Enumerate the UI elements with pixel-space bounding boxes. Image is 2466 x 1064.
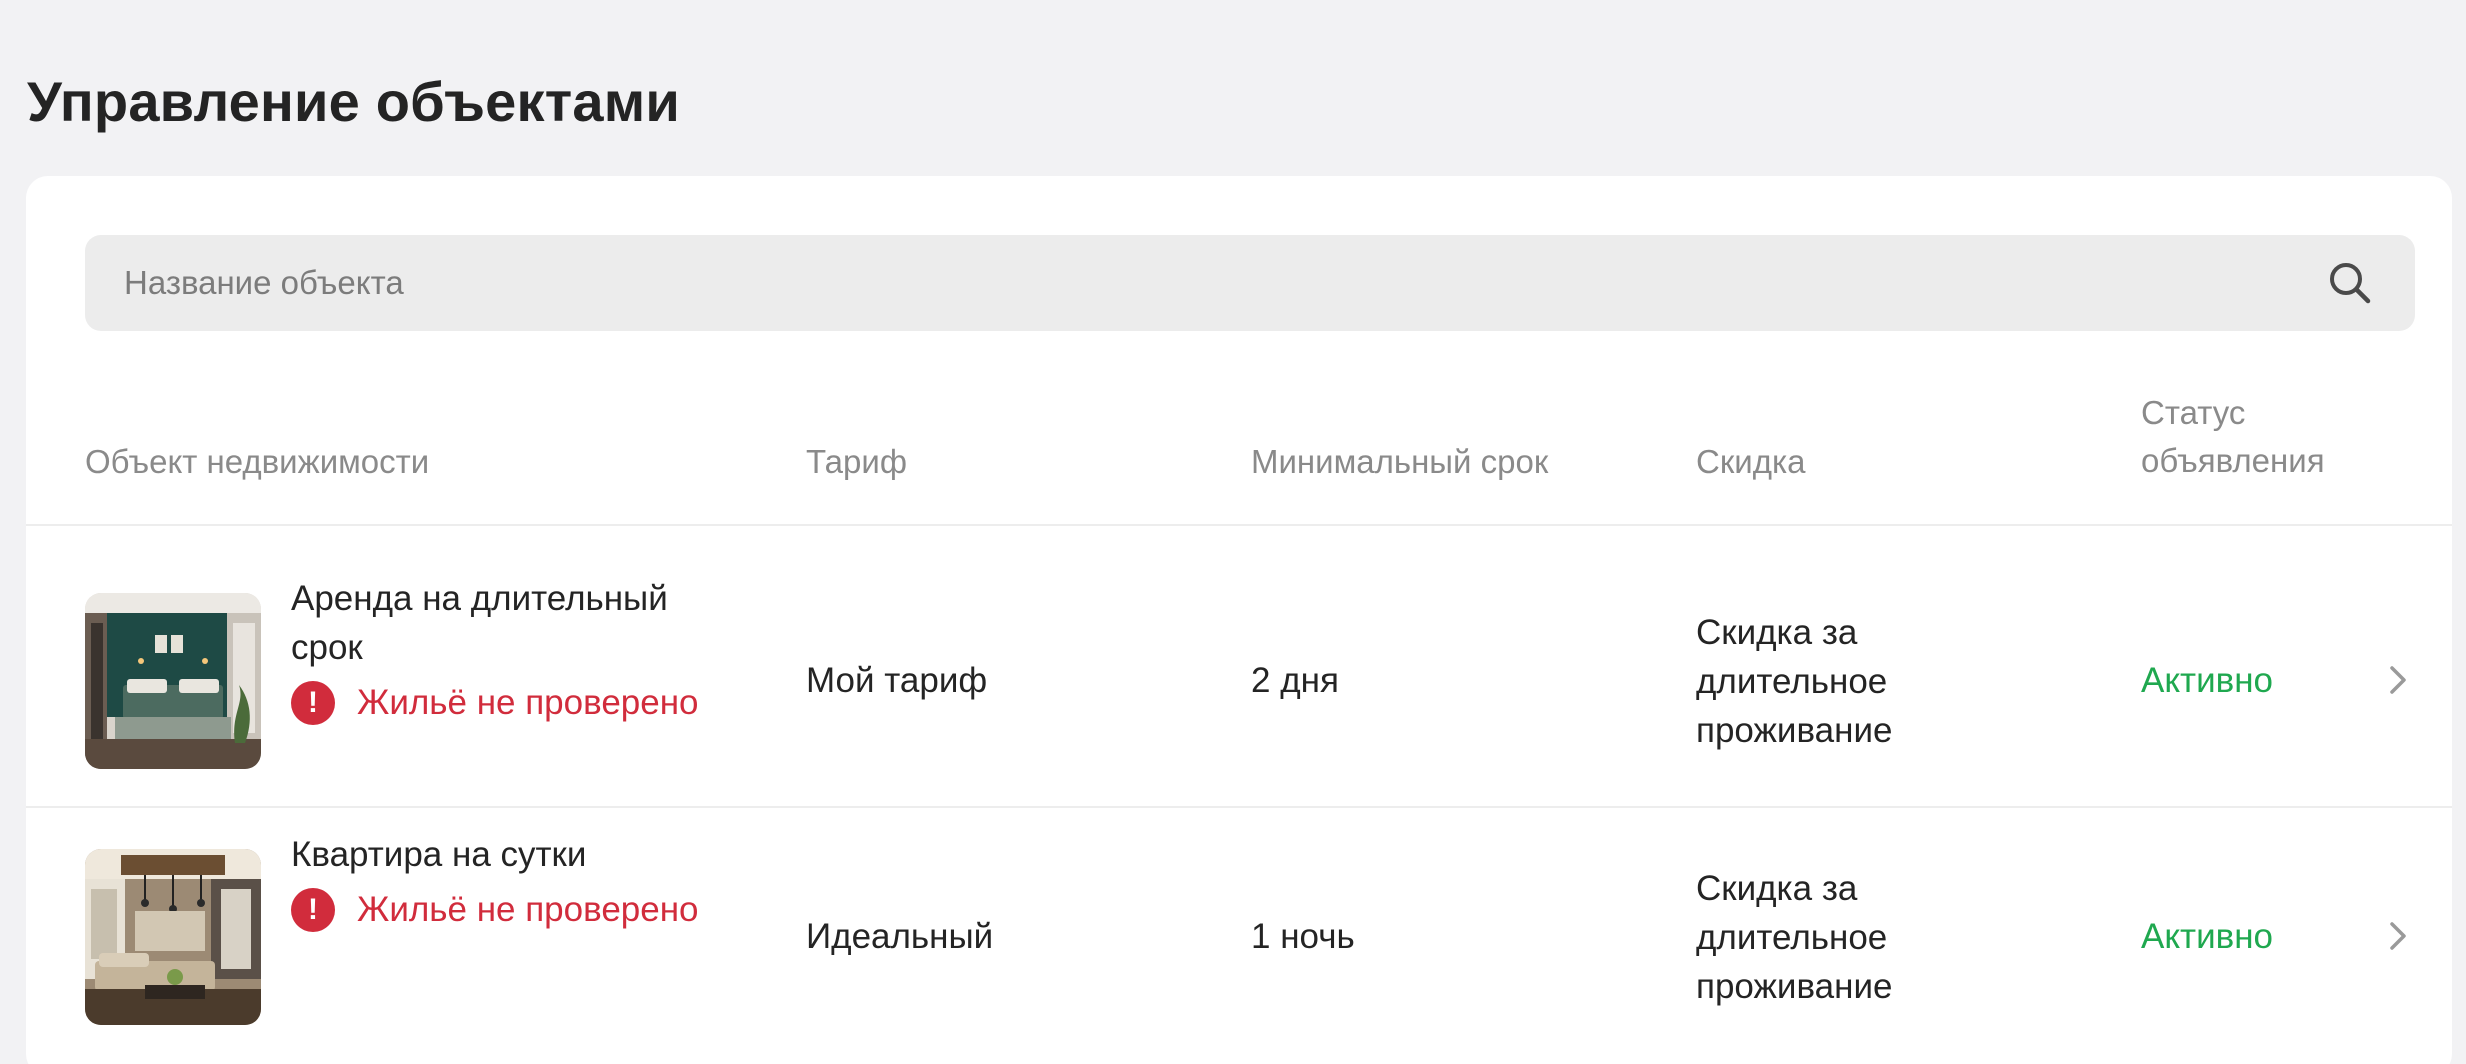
header-status: Статус объявления (2141, 389, 2325, 485)
object-title-line2[interactable]: срок (291, 623, 761, 672)
object-title-line1[interactable]: Аренда на длительный (291, 574, 761, 623)
search-input[interactable] (85, 235, 2318, 331)
chevron-right-icon[interactable] (2378, 916, 2418, 956)
tariff-cell: Мой тариф (806, 661, 988, 700)
exclamation-icon: ! (291, 887, 335, 932)
discount-line2: длительное (1696, 918, 1888, 957)
table-row[interactable]: Аренда на длительный срок ! Жильё не про… (26, 552, 2452, 808)
table-row[interactable]: Квартира на сутки ! Жильё не проверено И… (26, 808, 2452, 1064)
header-discount: Скидка (1696, 443, 1806, 480)
search-bar (85, 235, 2415, 331)
object-title-line1[interactable]: Квартира на сутки (291, 830, 761, 879)
discount-cell: Скидка за длительное проживание (1696, 608, 1892, 755)
status-badge: Активно (2141, 917, 2274, 956)
warning-text: Жильё не проверено (357, 890, 699, 929)
discount-line3: проживание (1696, 967, 1893, 1006)
tariff-cell: Идеальный (806, 917, 994, 956)
min-term-cell: 1 ночь (1251, 917, 1355, 956)
status-badge: Активно (2141, 661, 2274, 700)
warning-text: Жильё не проверено (357, 683, 699, 722)
exclamation-icon: ! (291, 680, 335, 725)
page: Управление объектами Объект недвижимости… (0, 0, 2466, 1064)
verification-warning: ! Жильё не проверено (291, 678, 761, 727)
discount-line3: проживание (1696, 711, 1893, 750)
page-title: Управление объектами (27, 70, 680, 133)
discount-line1: Скидка за (1696, 613, 1858, 652)
header-tariff: Тариф (806, 443, 907, 480)
object-info: Квартира на сутки ! Жильё не проверено (291, 830, 761, 934)
search-icon[interactable] (2318, 251, 2382, 315)
header-object: Объект недвижимости (85, 443, 430, 480)
table-header: Объект недвижимости Тариф Минимальный ср… (26, 394, 2452, 526)
chevron-right-icon[interactable] (2378, 660, 2418, 700)
min-term-cell: 2 дня (1251, 661, 1339, 700)
discount-cell: Скидка за длительное проживание (1696, 864, 1892, 1011)
header-status-line1: Статус (2141, 394, 2246, 431)
object-photo-living-room (85, 849, 261, 1025)
header-status-line2: объявления (2141, 442, 2325, 479)
verification-warning: ! Жильё не проверено (291, 885, 761, 934)
header-min-term: Минимальный срок (1251, 443, 1549, 480)
discount-line2: длительное (1696, 662, 1888, 701)
discount-line1: Скидка за (1696, 869, 1858, 908)
object-photo-bedroom (85, 593, 261, 769)
object-info: Аренда на длительный срок ! Жильё не про… (291, 574, 761, 727)
objects-card: Объект недвижимости Тариф Минимальный ср… (26, 176, 2452, 1064)
